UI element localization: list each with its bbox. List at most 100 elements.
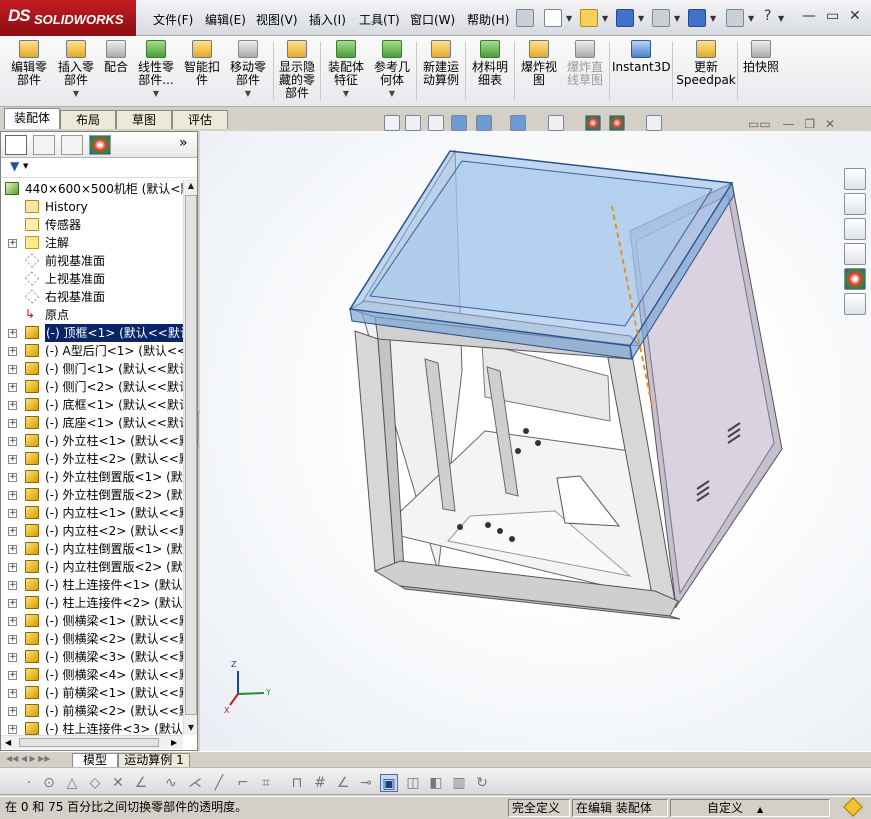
- tree-component-item[interactable]: + (-) 侧横梁<1> (默认<<默: [1, 612, 183, 630]
- viewport-restore-icon[interactable]: ❐: [804, 117, 815, 131]
- menu-view[interactable]: 视图(V): [256, 11, 298, 28]
- tree-component-item[interactable]: + (-) 侧横梁<3> (默认<<默: [1, 648, 183, 666]
- tree-item[interactable]: 传感器: [1, 216, 183, 234]
- display-style-icon[interactable]: [510, 115, 526, 131]
- expand-toggle-icon[interactable]: +: [8, 689, 17, 698]
- chevron-down-icon[interactable]: ▼: [778, 14, 784, 23]
- hide-show-items-icon[interactable]: [548, 115, 564, 131]
- print-icon[interactable]: [652, 9, 670, 27]
- menu-edit[interactable]: 编辑(E): [205, 11, 246, 28]
- assembly-features-button[interactable]: 装配体 特征 ▼: [324, 40, 368, 104]
- expand-toggle-icon[interactable]: +: [8, 707, 17, 716]
- chevron-down-icon[interactable]: ▼: [370, 87, 414, 100]
- tree-component-item[interactable]: + (-) 顶框<1> (默认<<默认: [1, 324, 183, 342]
- chevron-down-icon[interactable]: ▼: [638, 14, 644, 23]
- tree-item[interactable]: 上视基准面: [1, 270, 183, 288]
- expand-toggle-icon[interactable]: +: [8, 599, 17, 608]
- tree-vertical-scrollbar[interactable]: ▲ ▼: [183, 179, 197, 735]
- shaded-view-icon[interactable]: ▣: [380, 774, 398, 792]
- expand-toggle-icon[interactable]: +: [8, 347, 17, 356]
- scroll-up-icon[interactable]: ▲: [184, 179, 198, 193]
- tree-filter[interactable]: ▼ ▼: [1, 158, 197, 178]
- expand-toggle-icon[interactable]: +: [8, 473, 17, 482]
- undo-icon[interactable]: [688, 9, 706, 27]
- tree-component-item[interactable]: + (-) 内立柱倒置版<2> (默: [1, 558, 183, 576]
- filter-funnel-icon[interactable]: ▼: [10, 159, 19, 173]
- chevron-up-icon[interactable]: ▲: [757, 805, 763, 814]
- new-motion-study-button[interactable]: 新建运 动算例: [419, 40, 463, 104]
- tree-component-item[interactable]: + (-) 前横梁<1> (默认<<默: [1, 684, 183, 702]
- tree-root-assembly[interactable]: 440×600×500机柜 (默认<默: [1, 180, 183, 198]
- corner-icon[interactable]: ⌐: [234, 774, 252, 792]
- tree-component-item[interactable]: + (-) 外立柱<2> (默认<<默: [1, 450, 183, 468]
- exploded-view-button[interactable]: 爆炸视 图: [517, 40, 561, 104]
- open-folder-icon[interactable]: [580, 9, 598, 27]
- chevron-down-icon[interactable]: ▼: [674, 14, 680, 23]
- tree-component-item[interactable]: + (-) 柱上连接件<1> (默认: [1, 576, 183, 594]
- tree-component-item[interactable]: + (-) 内立柱倒置版<1> (默: [1, 540, 183, 558]
- save-icon[interactable]: [616, 9, 634, 27]
- tree-component-item[interactable]: + (-) 侧门<1> (默认<<默认: [1, 360, 183, 378]
- edit-appearance-icon[interactable]: [585, 115, 601, 131]
- expand-toggle-icon[interactable]: +: [8, 437, 17, 446]
- tree-item[interactable]: 右视基准面: [1, 288, 183, 306]
- relations-icon[interactable]: ⊸: [357, 774, 375, 792]
- sketch-angle-icon[interactable]: ∠: [334, 774, 352, 792]
- apply-scene-icon[interactable]: [609, 115, 625, 131]
- tab-scroll-arrows-icon[interactable]: ◀◀ ◀ ▶ ▶▶: [6, 754, 51, 763]
- custom-properties-icon[interactable]: [844, 293, 866, 315]
- reference-geometry-button[interactable]: 参考几 何体 ▼: [370, 40, 414, 104]
- tree-item[interactable]: 前视基准面: [1, 252, 183, 270]
- insert-component-button[interactable]: 插入零 部件 ▼: [54, 40, 98, 104]
- view-orientation-icon[interactable]: [476, 115, 492, 131]
- scroll-thumb[interactable]: [185, 195, 197, 715]
- scroll-right-icon[interactable]: ▶: [171, 738, 177, 747]
- appearances-scenes-icon[interactable]: [844, 268, 866, 290]
- chevron-down-icon[interactable]: ▼: [134, 87, 178, 100]
- polygon-icon[interactable]: △: [63, 774, 81, 792]
- tab-assembly[interactable]: 装配体: [4, 108, 60, 129]
- menu-window[interactable]: 窗口(W): [410, 11, 455, 28]
- view-palette-icon[interactable]: [844, 243, 866, 265]
- trim-icon[interactable]: ✕: [109, 774, 127, 792]
- tree-component-item[interactable]: + (-) 前横梁<2> (默认<<默: [1, 702, 183, 720]
- display-manager-tab-icon[interactable]: [89, 135, 111, 155]
- expand-toggle-icon[interactable]: +: [8, 401, 17, 410]
- expand-toggle-icon[interactable]: +: [8, 365, 17, 374]
- expand-toggle-icon[interactable]: +: [8, 329, 17, 338]
- tree-component-item[interactable]: + (-) 外立柱倒置版<1> (默: [1, 468, 183, 486]
- file-explorer-icon[interactable]: [844, 218, 866, 240]
- expand-toggle-icon[interactable]: +: [8, 563, 17, 572]
- tree-component-item[interactable]: + (-) 底座<1> (默认<<默认: [1, 414, 183, 432]
- solidworks-logo[interactable]: DS SOLIDWORKS: [0, 0, 136, 36]
- minimize-button[interactable]: —: [802, 8, 816, 24]
- mirror-icon[interactable]: ⋌: [186, 774, 204, 792]
- pin-menu-icon[interactable]: [516, 9, 534, 27]
- tree-component-item[interactable]: + (-) 内立柱<1> (默认<<默: [1, 504, 183, 522]
- expand-toggle-icon[interactable]: +: [8, 455, 17, 464]
- menu-insert[interactable]: 插入(I): [309, 11, 346, 28]
- expand-toggle-icon[interactable]: +: [8, 581, 17, 590]
- expand-toggle-icon[interactable]: +: [8, 491, 17, 500]
- tree-component-item[interactable]: + (-) 侧横梁<4> (默认<<默: [1, 666, 183, 684]
- dimension-icon[interactable]: ⊓: [288, 774, 306, 792]
- take-snapshot-button[interactable]: 拍快照: [740, 40, 782, 104]
- wireframe-view-icon[interactable]: ◧: [427, 774, 445, 792]
- rebuild-icon[interactable]: ↻: [473, 774, 491, 792]
- point-icon[interactable]: ·: [20, 774, 38, 792]
- tree-component-item[interactable]: + (-) 侧门<2> (默认<<默认: [1, 378, 183, 396]
- previous-view-icon[interactable]: [428, 115, 444, 131]
- zoom-to-area-icon[interactable]: [405, 115, 421, 131]
- chevron-down-icon[interactable]: ▼: [324, 87, 368, 100]
- expand-toggle-icon[interactable]: +: [8, 239, 17, 248]
- smart-fasteners-button[interactable]: 智能扣 件: [180, 40, 224, 104]
- expand-panel-icon[interactable]: »: [179, 135, 188, 151]
- tab-model[interactable]: 模型: [72, 753, 118, 768]
- angle-icon[interactable]: ∠: [132, 774, 150, 792]
- tab-layout[interactable]: 布局: [60, 110, 116, 129]
- construction-icon[interactable]: ⌗: [257, 774, 275, 792]
- units-selector[interactable]: 自定义 ▲: [670, 799, 830, 817]
- tree-component-item[interactable]: + (-) 侧横梁<2> (默认<<默: [1, 630, 183, 648]
- split-view-icon[interactable]: ▭▭: [748, 117, 771, 131]
- tree-item[interactable]: ↳ 原点: [1, 306, 183, 324]
